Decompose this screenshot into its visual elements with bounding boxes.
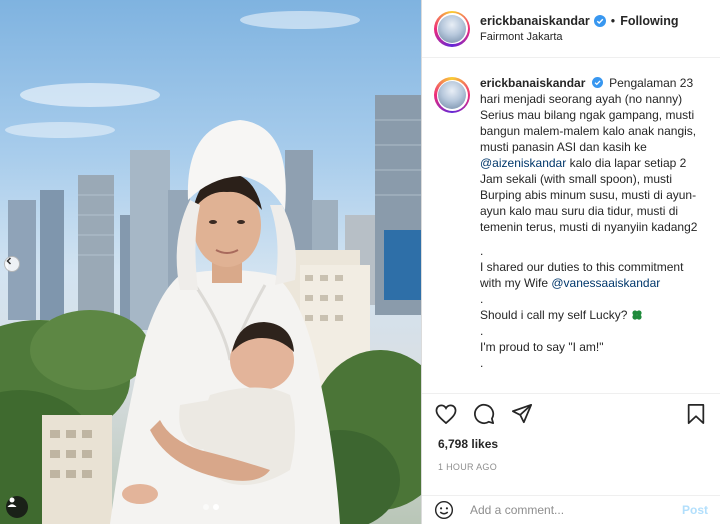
header-username[interactable]: erickbanaiskandar [480,14,590,28]
photo-illustration [0,11,421,524]
post-comment-button[interactable]: Post [682,503,708,517]
user-icon [7,497,17,507]
mention-link[interactable]: @aizeniskandar [480,156,566,170]
header-separator: • [610,14,616,28]
four-leaf-clover-icon [632,310,642,320]
comment-input[interactable] [470,503,682,517]
comment-bar: Post [422,495,720,524]
bookmark-icon [687,403,705,424]
avatar-image [438,14,466,43]
post-header: erickbanaiskandar • Following Fairmont J… [422,0,720,58]
post-actions [422,393,720,433]
save-button[interactable] [684,402,708,426]
verified-badge-icon [591,77,603,88]
comment-icon [474,403,495,424]
caption-proud: I'm proud to say "I am!" [480,340,604,354]
avatar[interactable] [434,10,470,47]
carousel-prev-button[interactable] [4,256,20,272]
carousel-indicator [202,504,219,510]
caption-dot: . [480,244,484,258]
caption-dot: . [480,324,484,338]
carousel-dot [202,504,209,510]
user-tag-button[interactable] [6,496,28,518]
following-button[interactable]: Following [620,14,678,28]
likes-count[interactable]: 6,798 likes [438,437,498,451]
caption-dot: . [480,292,484,306]
post-photo[interactable] [0,0,421,524]
caption-dot: . [480,356,484,370]
carousel-dot-active [212,504,219,510]
mention-link[interactable]: @vanessaaiskandar [551,276,660,290]
post-side-panel: erickbanaiskandar • Following Fairmont J… [421,0,720,524]
chevron-left-icon [6,257,12,265]
comment-button[interactable] [472,402,496,426]
emoji-icon[interactable] [434,500,454,520]
post-timestamp[interactable]: 1 HOUR AGO [438,462,497,472]
caption-username[interactable]: erickbanaiskandar [480,76,585,90]
paper-plane-icon [511,403,533,423]
location-link[interactable]: Fairmont Jakarta [480,31,679,43]
verified-badge-icon [593,15,606,27]
caption-lucky: Should i call my self Lucky? [480,308,628,322]
caption-area: erickbanaiskandar Pengalaman 23 hari men… [422,59,720,393]
caption-avatar[interactable] [434,77,470,113]
share-button[interactable] [510,402,534,426]
heart-icon [435,403,457,424]
like-button[interactable] [434,402,458,426]
caption-text: erickbanaiskandar Pengalaman 23 hari men… [480,75,708,371]
